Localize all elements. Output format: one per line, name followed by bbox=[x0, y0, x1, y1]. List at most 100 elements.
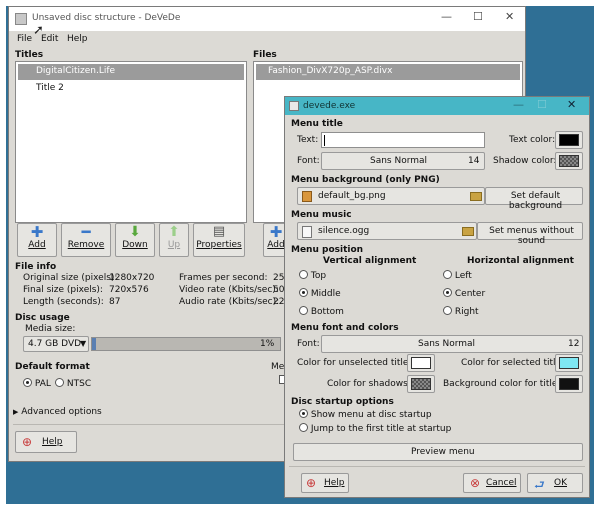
set-default-background-button[interactable]: Set default background bbox=[485, 187, 583, 211]
color-selected-label: Color for selected title: bbox=[461, 358, 565, 368]
set-menus-without-sound-button[interactable]: Set menus without sound bbox=[477, 222, 583, 246]
add-label: Add bbox=[28, 240, 46, 250]
format-ntsc[interactable]: NTSC bbox=[55, 378, 91, 389]
color-shadows-button[interactable] bbox=[407, 375, 435, 393]
ntsc-radio[interactable] bbox=[55, 378, 64, 387]
menu-title-header: Menu title bbox=[291, 119, 343, 129]
menu-background-header: Menu background (only PNG) bbox=[291, 175, 440, 185]
shadow-color-button[interactable] bbox=[555, 152, 583, 170]
bg-color-titles-label: Background color for titles: bbox=[443, 379, 566, 389]
show-menu-radio[interactable] bbox=[299, 409, 308, 418]
format-pal[interactable]: PAL bbox=[23, 378, 51, 389]
menu-help[interactable]: Help bbox=[67, 34, 88, 44]
horizontal-right-option[interactable]: Right bbox=[443, 306, 479, 317]
dialog-help-button[interactable]: ⊕ Help bbox=[301, 473, 349, 493]
middle-radio[interactable] bbox=[299, 288, 308, 297]
remove-title-button[interactable]: ━ Remove bbox=[61, 223, 111, 257]
dialog-app-icon bbox=[289, 101, 299, 111]
music-file-chooser[interactable]: silence.ogg bbox=[297, 222, 477, 240]
add-title-button[interactable]: ✚ Add bbox=[17, 223, 57, 257]
vertical-alignment-header: Vertical alignment bbox=[323, 256, 417, 266]
media-size-value: 4.7 GB DVD bbox=[28, 339, 82, 349]
top-radio[interactable] bbox=[299, 270, 308, 279]
menubar: File Edit Help bbox=[9, 31, 525, 47]
color-selected-button[interactable] bbox=[555, 354, 583, 372]
bottom-radio[interactable] bbox=[299, 306, 308, 315]
list-item[interactable]: DigitalCitizen.Life bbox=[18, 64, 244, 80]
folder-icon bbox=[462, 227, 474, 236]
titles-font-button[interactable]: Sans Normal 12 bbox=[321, 335, 583, 353]
minimize-icon[interactable]: — bbox=[441, 10, 452, 23]
bg-color-titles-button[interactable] bbox=[555, 375, 583, 393]
files-header: Files bbox=[253, 50, 277, 60]
titles-header: Titles bbox=[15, 50, 44, 60]
vertical-middle-option[interactable]: Middle bbox=[299, 288, 341, 299]
jump-first-title-label: Jump to the first title at startup bbox=[310, 424, 452, 434]
window-title: Unsaved disc structure - DeVeDe bbox=[32, 13, 181, 23]
pal-radio[interactable] bbox=[23, 378, 32, 387]
startup-header: Disc startup options bbox=[291, 397, 394, 407]
jump-first-title-radio[interactable] bbox=[299, 423, 308, 432]
menu-position-header: Menu position bbox=[291, 245, 364, 255]
cancel-button[interactable]: ⊗ Cancel bbox=[463, 473, 521, 493]
dialog-maximize-icon[interactable]: ☐ bbox=[537, 98, 547, 111]
down-button[interactable]: ⬇ Down bbox=[115, 223, 155, 257]
center-radio[interactable] bbox=[443, 288, 452, 297]
ok-arrow-icon: ⮐ bbox=[534, 478, 545, 492]
disc-usage-header: Disc usage bbox=[15, 313, 70, 323]
plus-icon: ✚ bbox=[30, 223, 44, 241]
menu-font-button[interactable]: Sans Normal 14 bbox=[321, 152, 485, 170]
dropdown-arrow-icon: ▼ bbox=[80, 339, 87, 348]
media-size-select[interactable]: 4.7 GB DVD ▼ bbox=[23, 336, 89, 352]
preview-menu-label: Preview menu bbox=[411, 447, 475, 457]
text-color-button[interactable] bbox=[555, 131, 583, 149]
font-name: Sans Normal bbox=[370, 156, 428, 166]
vertical-bottom-option[interactable]: Bottom bbox=[299, 306, 344, 317]
color-unselected-button[interactable] bbox=[407, 354, 435, 372]
music-file-name: silence.ogg bbox=[318, 226, 370, 236]
file-item-label: Fashion_DivX720p_ASP.divx bbox=[268, 66, 393, 76]
left-label: Left bbox=[454, 271, 472, 281]
left-radio[interactable] bbox=[443, 270, 452, 279]
show-menu-label: Show menu at disc startup bbox=[310, 410, 432, 420]
dialog-minimize-icon[interactable]: — bbox=[513, 98, 524, 111]
properties-icon: ▤ bbox=[212, 224, 226, 239]
menu-title-input[interactable] bbox=[321, 132, 485, 148]
background-file-chooser[interactable]: default_bg.png bbox=[297, 187, 485, 205]
startup-jump-option[interactable]: Jump to the first title at startup bbox=[299, 423, 451, 434]
info-value: 720x576 bbox=[109, 285, 149, 295]
text-label: Text: bbox=[297, 135, 319, 145]
font2-size: 12 bbox=[568, 339, 580, 349]
me-label: Me bbox=[271, 362, 285, 372]
horizontal-left-option[interactable]: Left bbox=[443, 270, 472, 281]
arrow-up-icon: ⬆ bbox=[168, 224, 180, 240]
bg-color-titles-swatch bbox=[559, 378, 579, 390]
startup-show-menu-option[interactable]: Show menu at disc startup bbox=[299, 409, 432, 420]
middle-label: Middle bbox=[310, 289, 341, 299]
center-label: Center bbox=[454, 289, 486, 299]
menu-file[interactable]: File bbox=[17, 34, 32, 44]
right-radio[interactable] bbox=[443, 306, 452, 315]
help-button[interactable]: ⊕ Help bbox=[15, 431, 77, 453]
advanced-options-expander[interactable]: ▶ Advanced options bbox=[13, 407, 102, 417]
vertical-top-option[interactable]: Top bbox=[299, 270, 326, 281]
maximize-icon[interactable]: ☐ bbox=[473, 10, 483, 23]
properties-label: Properties bbox=[196, 240, 242, 250]
font-colors-header: Menu font and colors bbox=[291, 323, 399, 333]
list-item[interactable]: Title 2 bbox=[18, 81, 244, 97]
main-titlebar: Unsaved disc structure - DeVeDe — ☐ ✕ bbox=[9, 7, 525, 31]
properties-button[interactable]: ▤ Properties bbox=[193, 223, 245, 257]
list-item[interactable]: Fashion_DivX720p_ASP.divx bbox=[256, 64, 520, 80]
ntsc-label: NTSC bbox=[66, 379, 92, 389]
info-label: Audio rate (Kbits/sec): bbox=[179, 297, 280, 307]
remove-label: Remove bbox=[67, 240, 105, 250]
preview-menu-button[interactable]: Preview menu bbox=[293, 443, 583, 461]
close-icon[interactable]: ✕ bbox=[505, 10, 514, 23]
up-button[interactable]: ⬆ Up bbox=[159, 223, 189, 257]
info-value: 1280x720 bbox=[109, 273, 155, 283]
titles-list[interactable]: DigitalCitizen.Life Title 2 bbox=[15, 61, 247, 223]
horizontal-center-option[interactable]: Center bbox=[443, 288, 485, 299]
ok-button[interactable]: ⮐ OK bbox=[527, 473, 583, 493]
dialog-close-icon[interactable]: ✕ bbox=[567, 98, 576, 111]
menu-options-dialog: devede.exe — ☐ ✕ Menu title Text: Text c… bbox=[284, 96, 590, 498]
